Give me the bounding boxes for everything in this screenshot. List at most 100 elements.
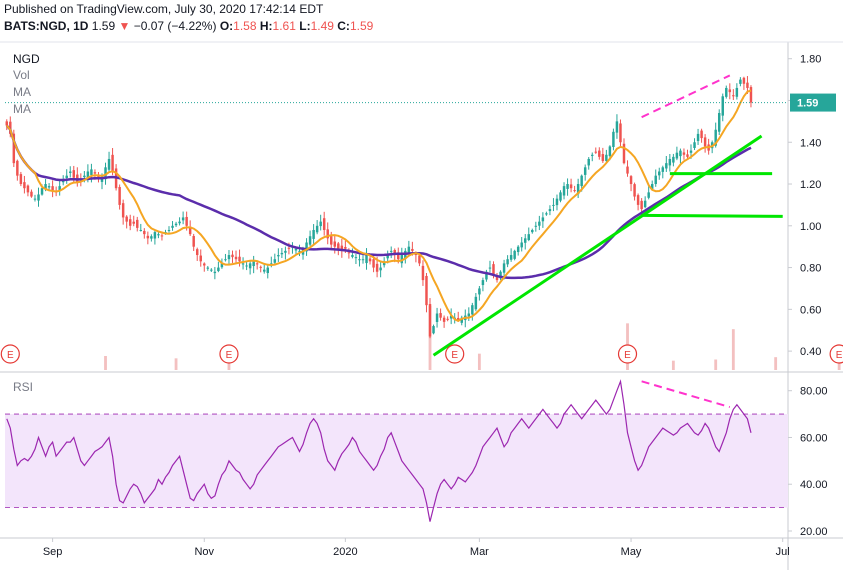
high-value: 1.61 [272, 19, 296, 33]
candle-body [354, 257, 358, 259]
volume-bar [174, 358, 178, 370]
candle-body [478, 288, 481, 295]
candle-body [428, 304, 432, 337]
candle-body [545, 213, 548, 215]
candle-body [619, 123, 622, 143]
candle-body [266, 267, 269, 274]
candle-body [337, 243, 340, 249]
candle-body [516, 246, 520, 253]
candle-body [192, 236, 195, 247]
candle-body [26, 185, 30, 193]
legend-ma-fast[interactable]: MA [13, 85, 31, 99]
candle-body [210, 269, 213, 271]
candle-body [195, 249, 199, 256]
candle-body [213, 271, 217, 274]
time-tick-label-2: 2020 [333, 546, 357, 558]
candle-body [322, 218, 326, 230]
candle-body [47, 186, 51, 188]
legend-volume[interactable]: Vol [13, 68, 30, 82]
candle-body [612, 131, 615, 148]
rsi-tick-label-2: 40.00 [800, 479, 828, 491]
legend-ma-slow[interactable]: MA [13, 102, 31, 116]
price-tick-label-4: 1.00 [800, 221, 821, 233]
candle-body [365, 255, 368, 264]
candle-body [506, 259, 509, 265]
candle-body [421, 265, 425, 281]
time-tick-label-3: Mar [470, 546, 489, 558]
candle-body [344, 246, 347, 249]
candle-body [146, 235, 150, 239]
legend-symbol[interactable]: NGD [13, 52, 40, 66]
candle-body [679, 150, 682, 157]
candle-body [587, 158, 590, 166]
candle-body [675, 152, 679, 159]
earnings-marker-label-0: E [7, 350, 14, 361]
candle-body [636, 195, 640, 205]
open-value: 1.58 [233, 19, 257, 33]
candle-body [33, 198, 37, 200]
candle-body [418, 255, 421, 264]
candle-body [93, 172, 97, 174]
candle-body [474, 296, 478, 310]
candle-body [411, 248, 414, 251]
candle-body [277, 255, 280, 257]
candle-body [696, 133, 700, 141]
candle-body [37, 194, 40, 201]
low-label: L: [299, 19, 311, 33]
candle-body [16, 160, 19, 176]
open-label: O: [219, 19, 234, 33]
candle-body [520, 242, 523, 248]
candle-body [248, 263, 252, 269]
candle-body [573, 190, 576, 192]
candle-body [615, 121, 619, 133]
candle-body [605, 154, 608, 161]
candle-body [368, 258, 372, 262]
time-tick-label-0: Sep [43, 546, 63, 558]
price-tick-label-6: 0.60 [800, 304, 821, 316]
candle-body [481, 280, 485, 286]
support-line-lower [641, 213, 783, 218]
candle-body [739, 79, 742, 84]
candle-body [128, 219, 132, 226]
candle-body [598, 150, 601, 157]
candle-body [330, 236, 333, 245]
candle-body [700, 130, 703, 139]
candle-body [601, 154, 605, 162]
rsi-tick-label-0: 80.00 [800, 386, 828, 398]
candle-body [136, 219, 139, 228]
candle-body [121, 203, 125, 218]
price-change: −0.07 (−4.22%) [133, 19, 217, 33]
candle-body [566, 184, 569, 189]
legend-rsi[interactable]: RSI [13, 380, 33, 394]
candle-body [245, 265, 248, 267]
rsi-tick-label-3: 20.00 [800, 526, 828, 538]
candle-body [594, 151, 598, 153]
candle-body [640, 200, 643, 210]
candle-body [524, 238, 527, 243]
candle-body [69, 171, 72, 173]
candle-body [72, 170, 76, 178]
candle-body [231, 254, 234, 258]
candle-body [287, 247, 291, 249]
candle-body [647, 192, 650, 198]
candle-body [107, 158, 111, 170]
candle-body [735, 87, 739, 97]
price-tick-label-5: 0.80 [800, 263, 821, 275]
candle-body [626, 166, 629, 174]
symbol-name[interactable]: BATS:NGD, 1D [4, 19, 88, 33]
candle-body [90, 169, 93, 176]
candle-body [467, 313, 471, 317]
low-value: 1.49 [310, 19, 334, 33]
candle-body [509, 255, 513, 260]
candle-body [40, 188, 44, 195]
candle-body [562, 186, 566, 196]
candle-body [446, 318, 449, 320]
candle-body [749, 87, 753, 103]
candle-body [312, 229, 315, 239]
volume-bar [477, 353, 481, 370]
candle-body [725, 87, 728, 97]
candle-body [157, 234, 160, 236]
candle-body [150, 236, 153, 239]
candle-body [502, 263, 506, 273]
candle-body [608, 146, 612, 156]
